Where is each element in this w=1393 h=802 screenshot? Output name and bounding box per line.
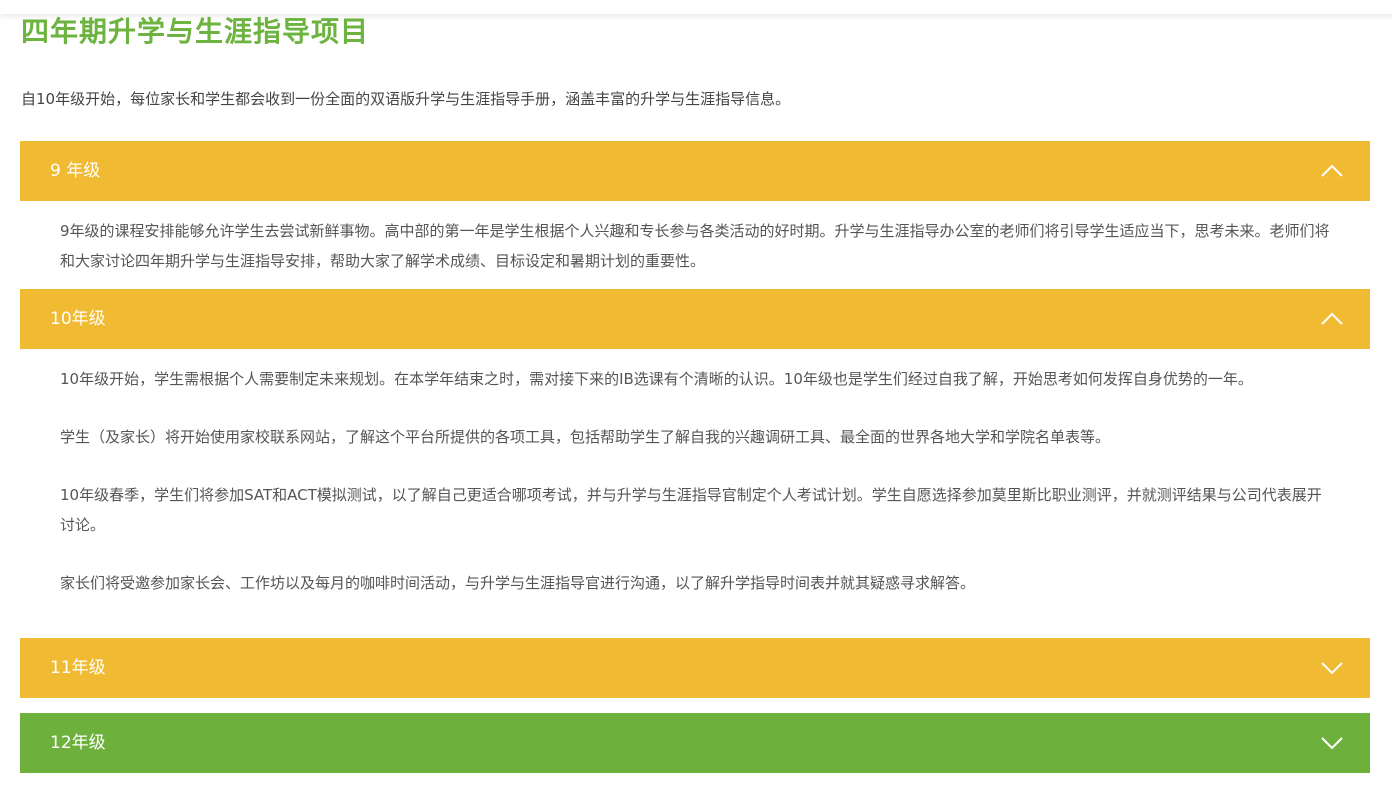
- chevron-up-icon[interactable]: [1320, 308, 1344, 330]
- accordion-header-grade-10[interactable]: 10年级: [20, 289, 1370, 349]
- grade-10-paragraph-2: 学生（及家长）将开始使用家校联系网站，了解这个平台所提供的各项工具，包括帮助学生…: [60, 428, 1111, 446]
- grade-10-paragraph-1: 10年级开始，学生需根据个人需要制定未来规划。在本学年结束之时，需对接下来的IB…: [60, 370, 1253, 388]
- accordion-label-grade-11: 11年级: [50, 658, 106, 678]
- accordion-panel-grade-9: 9年级的课程安排能够允许学生去尝试新鲜事物。高中部的第一年是学生根据个人兴趣和专…: [60, 216, 1330, 276]
- accordion-panel-grade-10: 10年级开始，学生需根据个人需要制定未来规划。在本学年结束之时，需对接下来的IB…: [60, 364, 1330, 598]
- accordion-header-grade-9[interactable]: 9 年级: [20, 141, 1370, 201]
- accordion-label-grade-9: 9 年级: [50, 161, 101, 181]
- top-bar-shadow: [0, 0, 1393, 14]
- chevron-down-icon[interactable]: [1320, 732, 1344, 754]
- accordion-label-grade-12: 12年级: [50, 733, 106, 753]
- page-title: 四年期升学与生涯指导项目: [21, 15, 370, 48]
- grade-9-paragraph: 9年级的课程安排能够允许学生去尝试新鲜事物。高中部的第一年是学生根据个人兴趣和专…: [60, 222, 1330, 270]
- grade-10-paragraph-3: 10年级春季，学生们将参加SAT和ACT模拟测试，以了解自己更适合哪项考试，并与…: [60, 486, 1322, 534]
- accordion-label-grade-10: 10年级: [50, 309, 106, 329]
- intro-text: 自10年级开始，每位家长和学生都会收到一份全面的双语版升学与生涯指导手册，涵盖丰…: [21, 90, 791, 108]
- chevron-down-icon[interactable]: [1320, 657, 1344, 679]
- chevron-up-icon[interactable]: [1320, 160, 1344, 182]
- accordion-header-grade-11[interactable]: 11年级: [20, 638, 1370, 698]
- grade-10-paragraph-4: 家长们将受邀参加家长会、工作坊以及每月的咖啡时间活动，与升学与生涯指导官进行沟通…: [60, 574, 976, 592]
- accordion-header-grade-12[interactable]: 12年级: [20, 713, 1370, 773]
